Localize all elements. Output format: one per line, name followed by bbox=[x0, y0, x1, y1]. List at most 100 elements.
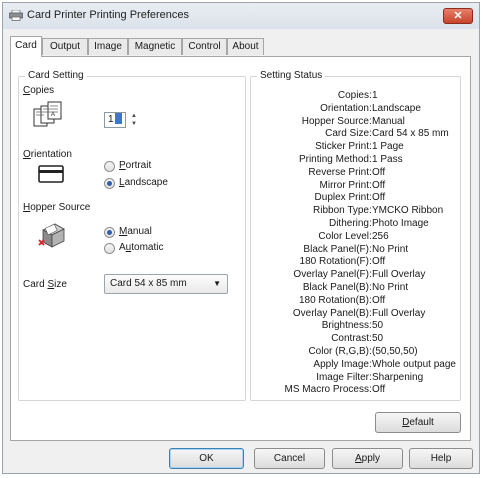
automatic-label[interactable]: Automatic bbox=[119, 242, 163, 253]
status-row: Ribbon Type: YMCKO Ribbon bbox=[255, 206, 455, 218]
status-value: Whole output page bbox=[372, 358, 456, 370]
status-value: Card 54 x 85 mm bbox=[372, 128, 449, 140]
status-row: 180 Rotation(F): Off bbox=[255, 257, 455, 269]
status-value: Off bbox=[372, 384, 386, 396]
printer-icon bbox=[9, 10, 23, 21]
status-row: Contrast:50 bbox=[255, 334, 455, 346]
status-row: Dithering: Photo Image bbox=[255, 219, 455, 231]
card-size-select[interactable]: Card 54 x 85 mm ▼ bbox=[104, 274, 228, 294]
spin-down-icon[interactable]: ▼ bbox=[128, 120, 140, 128]
card-setting-title: Card Setting bbox=[25, 70, 87, 81]
manual-radio[interactable] bbox=[104, 227, 115, 238]
close-button[interactable]: ✕ bbox=[443, 8, 473, 24]
status-row: 180 Rotation(B): Off bbox=[255, 294, 455, 308]
copies-spinner[interactable]: ▲ ▼ bbox=[128, 112, 140, 128]
status-row: Orientation: Landscape bbox=[255, 102, 455, 116]
status-value: Off bbox=[372, 166, 386, 178]
status-key: Mirror Print bbox=[319, 179, 369, 191]
status-value: YMCKO Ribbon bbox=[372, 205, 444, 217]
portrait-radio[interactable] bbox=[104, 161, 115, 172]
status-row: Apply Image: Whole output page bbox=[255, 358, 456, 372]
status-value: Sharpening bbox=[372, 371, 424, 383]
status-key: Overlay Panel(B) bbox=[292, 307, 369, 319]
tab-output[interactable]: Output bbox=[42, 38, 88, 55]
status-row: Color (R,G,B): (50,50,50) bbox=[255, 347, 455, 359]
status-value: (50,50,50) bbox=[372, 346, 418, 357]
setting-status-group: Setting Status Copies:1 Orientation: Lands… bbox=[250, 70, 461, 401]
status-row: Reverse Print: Off bbox=[255, 166, 455, 180]
status-key: Ribbon Type bbox=[313, 205, 369, 217]
status-key: Black Panel(F) bbox=[303, 243, 369, 255]
cancel-button[interactable]: Cancel bbox=[254, 448, 325, 469]
status-key: Overlay Panel(F) bbox=[293, 269, 369, 281]
orientation-label: Orientation bbox=[23, 149, 72, 160]
portrait-label[interactable]: Portrait bbox=[119, 160, 151, 171]
status-value: 1 Pass bbox=[372, 154, 403, 165]
printing-preferences-dialog: Card Printer Printing Preferences ✕ Card… bbox=[2, 2, 480, 474]
status-key: Copies bbox=[337, 90, 369, 101]
tab-control[interactable]: Control bbox=[182, 38, 227, 55]
status-key: Image Filter bbox=[316, 371, 369, 383]
copies-input[interactable]: 1 bbox=[104, 112, 126, 128]
status-value: 1 bbox=[372, 90, 378, 101]
card-hopper-icon bbox=[38, 223, 65, 248]
chevron-down-icon: ▼ bbox=[213, 279, 221, 288]
manual-label[interactable]: Manual bbox=[119, 226, 152, 237]
default-button[interactable]: Default bbox=[375, 412, 461, 433]
status-row: Sticker Print:1 Page bbox=[255, 142, 455, 154]
status-value: Off bbox=[372, 294, 386, 306]
status-value: Full Overlay bbox=[372, 269, 426, 281]
status-key: 180 Rotation(F) bbox=[299, 256, 369, 268]
status-value: Off bbox=[372, 179, 386, 191]
setting-status-list: Copies:1 Orientation: Landscape Hopper Sour… bbox=[255, 90, 456, 395]
window-title: Card Printer Printing Preferences bbox=[27, 9, 190, 21]
tab-card[interactable]: Card bbox=[10, 36, 42, 57]
status-row: Image Filter: Sharpening bbox=[255, 371, 455, 385]
status-row: Black Panel(B): No Print bbox=[255, 283, 455, 295]
landscape-radio[interactable] bbox=[104, 178, 115, 189]
status-value: Off bbox=[372, 256, 386, 268]
status-value: Landscape bbox=[372, 102, 421, 114]
status-value: 1 Page bbox=[372, 141, 404, 153]
status-value: Manual bbox=[372, 115, 405, 127]
status-row: Overlay Panel(B): Full Overlay bbox=[255, 307, 455, 321]
apply-button[interactable]: Apply bbox=[332, 448, 403, 469]
status-key: MS Macro Process bbox=[284, 384, 369, 396]
status-row: Mirror Print: Off bbox=[255, 179, 455, 193]
automatic-radio[interactable] bbox=[104, 243, 115, 254]
status-value: No Print bbox=[372, 282, 409, 293]
spin-up-icon[interactable]: ▲ bbox=[128, 112, 140, 120]
status-row: Hopper Source: Manual bbox=[255, 115, 455, 129]
status-key: 180 Rotation(B) bbox=[298, 294, 369, 306]
status-row: Card Size: Card 54 x 85 mm bbox=[255, 129, 455, 141]
status-key: Apply Image bbox=[313, 358, 369, 370]
tab-magnetic[interactable]: Magnetic bbox=[128, 38, 182, 55]
status-row: Printing Method:1 Pass bbox=[255, 155, 455, 167]
landscape-label[interactable]: Landscape bbox=[119, 177, 168, 188]
setting-status-title: Setting Status bbox=[257, 70, 326, 81]
status-key: Sticker Print bbox=[315, 141, 369, 153]
status-key: Card Size bbox=[325, 128, 369, 140]
status-row: Brightness:50 bbox=[255, 321, 455, 333]
tab-strip: Card Output Image Magnetic Control About bbox=[10, 36, 470, 57]
status-value: Off bbox=[372, 192, 386, 204]
status-value: Full Overlay bbox=[372, 307, 426, 319]
help-button[interactable]: Help bbox=[409, 448, 473, 469]
ok-button[interactable]: OK bbox=[169, 448, 244, 469]
status-row: MS Macro Process: Off bbox=[255, 385, 455, 397]
status-key: Printing Method bbox=[298, 154, 369, 165]
title-bar[interactable]: Card Printer Printing Preferences ✕ bbox=[3, 3, 479, 29]
status-value: 256 bbox=[372, 230, 389, 242]
tab-about[interactable]: About bbox=[227, 38, 264, 55]
svg-text:A: A bbox=[51, 112, 55, 118]
status-value: 50 bbox=[372, 333, 384, 345]
status-key: Orientation bbox=[320, 102, 369, 114]
status-row: Black Panel(F): No Print bbox=[255, 243, 455, 257]
status-key: Dithering bbox=[328, 218, 369, 229]
tab-image[interactable]: Image bbox=[88, 38, 128, 55]
card-setting-group: Card Setting Copies A 1 ▲ ▼ Orientation … bbox=[18, 70, 246, 401]
status-value: No Print bbox=[372, 243, 409, 255]
hopper-source-label: Hopper Source bbox=[23, 202, 91, 213]
status-key: Color Level bbox=[318, 230, 369, 242]
status-row: Duplex Print: Off bbox=[255, 193, 455, 205]
